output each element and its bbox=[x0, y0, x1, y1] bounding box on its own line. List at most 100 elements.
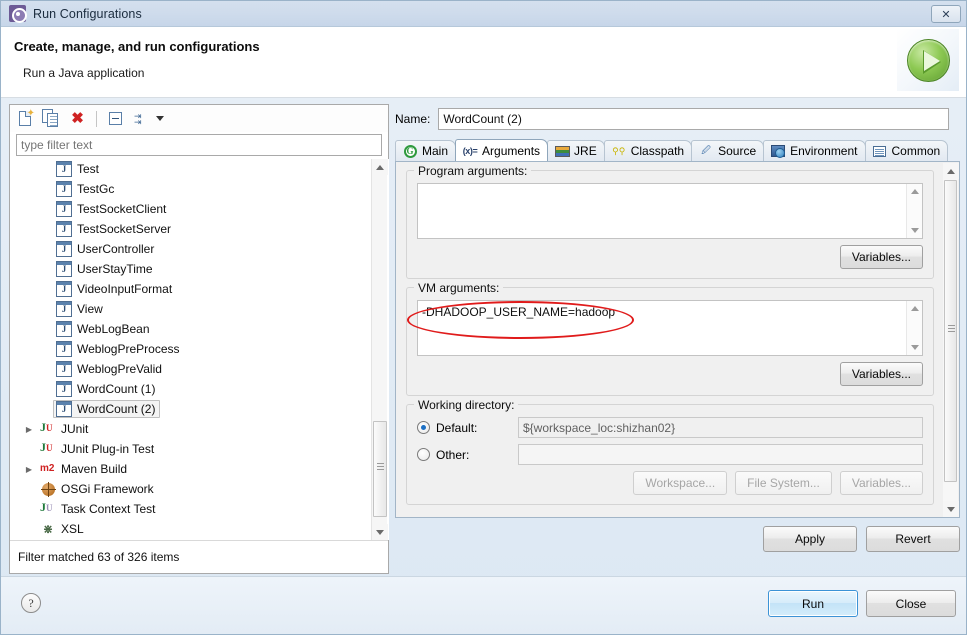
working-directory-other-input[interactable] bbox=[518, 444, 923, 465]
tree-item-label: WebLogBean bbox=[77, 322, 150, 336]
twisty-spacer: ▶ bbox=[21, 305, 37, 314]
tree-item-label: View bbox=[77, 302, 103, 316]
tab-main[interactable]: G Main bbox=[395, 140, 457, 161]
tab-environment[interactable]: Environment bbox=[763, 140, 866, 161]
twisty-spacer: ▶ bbox=[21, 185, 37, 194]
tab-label: Common bbox=[891, 144, 941, 158]
arguments-tab-panel: Program arguments: Variables... VM argum… bbox=[395, 162, 960, 518]
tree-item-weblogbean[interactable]: ▶ WebLogBean bbox=[11, 319, 371, 339]
vm-arguments-scrollbar[interactable] bbox=[906, 301, 922, 355]
title-bar: Run Configurations ✕ bbox=[1, 1, 966, 27]
tree-item-testsocketserver[interactable]: ▶ TestSocketServer bbox=[11, 219, 371, 239]
tree-item-junit[interactable]: ▶ J U JUnit bbox=[11, 419, 371, 439]
run-button[interactable]: Run bbox=[768, 590, 858, 617]
configurations-tree-panel: ✦ ✖ ⇥ ⇥ ▶ Test ▶ TestGc ▶ TestSocketClient ▶ Te… bbox=[9, 104, 389, 574]
filter-input[interactable] bbox=[16, 134, 382, 156]
scroll-up-icon[interactable] bbox=[943, 163, 959, 179]
tree-item-testsocketclient[interactable]: ▶ TestSocketClient bbox=[11, 199, 371, 219]
tree-item-userstaytime[interactable]: ▶ UserStayTime bbox=[11, 259, 371, 279]
tree-item-test[interactable]: ▶ Test bbox=[11, 159, 371, 179]
arguments-icon: (x)= bbox=[462, 145, 478, 156]
tree-scrollbar[interactable] bbox=[371, 159, 388, 540]
twisty-spacer: ▶ bbox=[21, 485, 37, 494]
vm-arguments-variables-button[interactable]: Variables... bbox=[839, 362, 923, 386]
scrollbar-thumb[interactable] bbox=[944, 180, 957, 482]
tree-item-osgi-framework[interactable]: ▶ OSGi Framework bbox=[11, 479, 371, 499]
arguments-panel-scrollbar[interactable] bbox=[943, 163, 959, 517]
tree-item-label: JUnit Plug-in Test bbox=[61, 442, 155, 456]
tab-label: Main bbox=[422, 144, 449, 158]
filter-icon[interactable]: ⇥ ⇥ bbox=[132, 109, 151, 128]
working-directory-default-label: Default: bbox=[436, 420, 478, 435]
tree-item-maven-build[interactable]: ▶ m2 Maven Build bbox=[11, 459, 371, 479]
close-button[interactable]: Close bbox=[866, 590, 956, 617]
tree-item-weblogpreprocess[interactable]: ▶ WeblogPreProcess bbox=[11, 339, 371, 359]
expand-arrow-icon[interactable]: ▶ bbox=[21, 465, 37, 474]
tree-toolbar: ✦ ✖ ⇥ ⇥ bbox=[10, 105, 388, 132]
chevron-down-icon[interactable] bbox=[156, 116, 164, 121]
program-arguments-field[interactable] bbox=[417, 183, 923, 239]
revert-button[interactable]: Revert bbox=[866, 526, 960, 552]
program-arguments-scrollbar[interactable] bbox=[906, 184, 922, 238]
tab-jre[interactable]: JRE bbox=[547, 140, 605, 161]
help-icon[interactable]: ? bbox=[21, 593, 41, 613]
twisty-spacer: ▶ bbox=[21, 385, 37, 394]
maven-icon: m2 bbox=[40, 463, 55, 474]
configuration-name-input[interactable] bbox=[438, 108, 950, 130]
tab-arguments[interactable]: (x)= Arguments bbox=[455, 139, 549, 161]
tree-item-junit-plug-in-test[interactable]: ▶JU JUnit Plug-in Test bbox=[11, 439, 371, 459]
twisty-spacer: ▶ bbox=[21, 225, 37, 234]
tree-item-testgc[interactable]: ▶ TestGc bbox=[11, 179, 371, 199]
scroll-down-icon[interactable] bbox=[943, 501, 959, 517]
tab-classpath[interactable]: ⚲⚲ Classpath bbox=[603, 140, 693, 161]
tree-item-xsl[interactable]: ▶ ⋇ XSL bbox=[11, 519, 371, 539]
tab-common[interactable]: Common bbox=[864, 140, 949, 161]
configurations-tree[interactable]: ▶ Test ▶ TestGc ▶ TestSocketClient ▶ TestSocket… bbox=[11, 159, 389, 540]
tree-item-label: UserStayTime bbox=[77, 262, 153, 276]
twisty-spacer: ▶ bbox=[21, 345, 37, 354]
java-application-icon bbox=[56, 321, 72, 337]
close-icon[interactable]: ✕ bbox=[931, 5, 961, 23]
java-application-icon bbox=[56, 241, 72, 257]
tree-item-weblogprevalid[interactable]: ▶ WeblogPreValid bbox=[11, 359, 371, 379]
configuration-editor-panel: Name: G Main (x)= Arguments JRE ⚲⚲ Classpath 🖉 S… bbox=[395, 104, 960, 574]
scroll-up-icon bbox=[911, 306, 919, 311]
main-icon: G bbox=[402, 144, 418, 159]
tree-item-task-context-test[interactable]: ▶JU Task Context Test bbox=[11, 499, 371, 519]
duplicate-configuration-icon[interactable] bbox=[42, 109, 61, 128]
java-application-icon bbox=[56, 301, 72, 317]
file-system-button[interactable]: File System... bbox=[735, 471, 832, 495]
arguments-tab-content: Program arguments: Variables... VM argum… bbox=[396, 162, 944, 517]
tab-source[interactable]: 🖉 Source bbox=[691, 140, 765, 161]
new-configuration-icon[interactable]: ✦ bbox=[16, 109, 35, 128]
working-directory-group: Working directory: Default: Other: Works… bbox=[406, 398, 934, 505]
working-directory-other-radio[interactable] bbox=[417, 448, 430, 461]
scrollbar-thumb[interactable] bbox=[373, 421, 387, 517]
scroll-down-icon[interactable] bbox=[372, 524, 388, 540]
header-banner: Create, manage, and run configurations R… bbox=[1, 27, 966, 98]
apply-button[interactable]: Apply bbox=[763, 526, 857, 552]
tree-item-label: UserController bbox=[77, 242, 155, 256]
apply-revert-row: Apply Revert bbox=[763, 526, 960, 552]
tree-item-wordcount-2[interactable]: ▶ WordCount (2) bbox=[11, 399, 371, 419]
expand-arrow-icon[interactable]: ▶ bbox=[21, 425, 37, 434]
tree-item-usercontroller[interactable]: ▶ UserController bbox=[11, 239, 371, 259]
tree-item-wordcount-1[interactable]: ▶ WordCount (1) bbox=[11, 379, 371, 399]
scroll-up-icon[interactable] bbox=[372, 159, 388, 175]
tree-item-label: Test bbox=[77, 162, 100, 176]
osgi-icon bbox=[40, 481, 56, 497]
vm-arguments-field[interactable]: -DHADOOP_USER_NAME=hadoop bbox=[417, 300, 923, 356]
collapse-all-icon[interactable] bbox=[106, 109, 125, 128]
junit-plugin-icon: JU bbox=[40, 440, 53, 454]
delete-configuration-icon[interactable]: ✖ bbox=[68, 109, 87, 128]
program-arguments-variables-button[interactable]: Variables... bbox=[839, 245, 923, 269]
working-directory-variables-button[interactable]: Variables... bbox=[839, 471, 923, 495]
tree-item-view[interactable]: ▶ View bbox=[11, 299, 371, 319]
tab-label: Environment bbox=[790, 144, 858, 158]
workspace-button[interactable]: Workspace... bbox=[633, 471, 728, 495]
tree-item-videoinputformat[interactable]: ▶ VideoInputFormat bbox=[11, 279, 371, 299]
working-directory-default-input[interactable] bbox=[518, 417, 923, 438]
java-application-icon bbox=[56, 261, 72, 277]
working-directory-default-radio[interactable] bbox=[417, 421, 430, 434]
name-label: Name: bbox=[395, 112, 431, 126]
